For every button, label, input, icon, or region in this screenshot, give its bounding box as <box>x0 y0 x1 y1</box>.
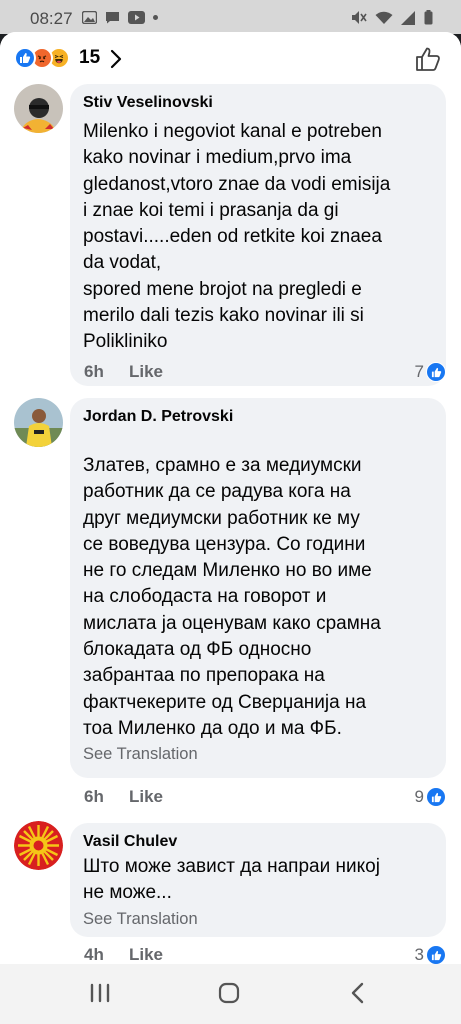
recent-apps-icon[interactable] <box>88 982 112 1004</box>
comment: Vasil Chulev Што може завист да напраи н… <box>0 32 461 964</box>
comment-author[interactable]: Vasil Chulev <box>83 831 434 852</box>
comment-bubble: Vasil Chulev Што може завист да напраи н… <box>70 823 446 937</box>
comment-meta: 4h Like 3 <box>84 945 446 964</box>
status-bar: 08:27 <box>0 0 461 34</box>
back-icon[interactable] <box>347 982 371 1004</box>
see-translation-link[interactable]: See Translation <box>83 909 434 929</box>
avatar[interactable] <box>14 821 63 870</box>
battery-icon <box>424 10 433 25</box>
navigation-bar <box>0 964 461 1024</box>
like-icon <box>426 945 446 964</box>
like-icon <box>14 47 36 69</box>
wifi-icon <box>375 11 393 24</box>
message-notification-icon <box>106 12 119 24</box>
home-icon[interactable] <box>217 982 241 1004</box>
youtube-notification-icon <box>128 11 145 24</box>
image-notification-icon <box>82 11 97 24</box>
comment-text: Што може завист да напраи никој не може.… <box>83 856 380 904</box>
dot-icon <box>153 15 158 20</box>
mute-icon <box>352 11 367 24</box>
status-time: 08:27 <box>30 9 73 28</box>
like-button[interactable]: Like <box>129 945 163 964</box>
signal-icon <box>401 10 415 25</box>
like-count[interactable]: 3 <box>415 945 424 964</box>
comment-time: 4h <box>84 945 104 964</box>
comments-sheet: 15 Stiv Veselinovski Milenko i negoviot … <box>0 32 461 964</box>
